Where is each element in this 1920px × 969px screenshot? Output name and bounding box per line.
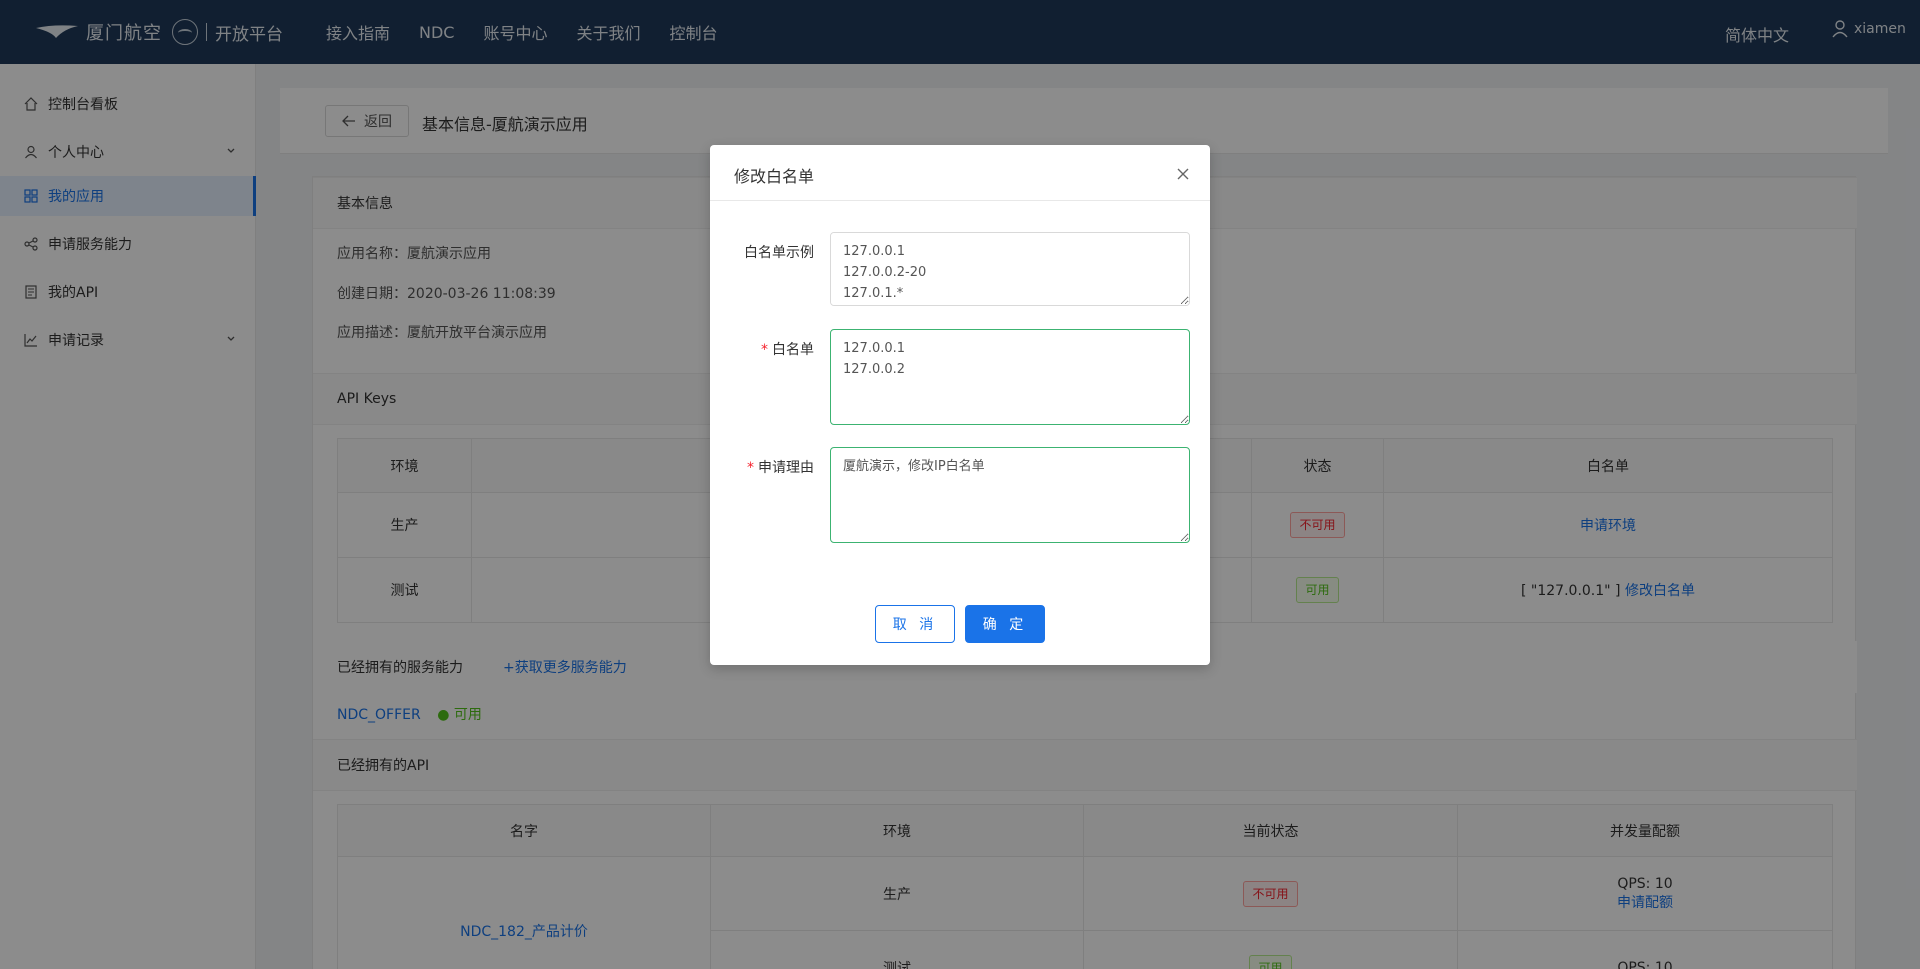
cancel-button[interactable]: 取 消 bbox=[875, 605, 955, 643]
whitelist-field[interactable]: 127.0.0.1 127.0.0.2 bbox=[830, 329, 1190, 425]
reason-label: * 申请理由 bbox=[747, 460, 814, 476]
whitelist-example-field[interactable]: 127.0.0.1 127.0.0.2-20 127.0.1.* bbox=[830, 232, 1190, 306]
whitelist-label: * 白名单 bbox=[761, 342, 814, 358]
reason-field[interactable]: 厦航演示，修改IP白名单 bbox=[830, 447, 1190, 543]
close-icon[interactable] bbox=[1176, 167, 1190, 181]
dialog-header: 修改白名单 bbox=[710, 145, 1210, 201]
confirm-button[interactable]: 确 定 bbox=[965, 605, 1045, 643]
example-label: 白名单示例 bbox=[744, 245, 814, 261]
dialog-title: 修改白名单 bbox=[734, 167, 815, 186]
edit-whitelist-dialog: 修改白名单 白名单示例 127.0.0.1 127.0.0.2-20 127.0… bbox=[710, 145, 1210, 665]
